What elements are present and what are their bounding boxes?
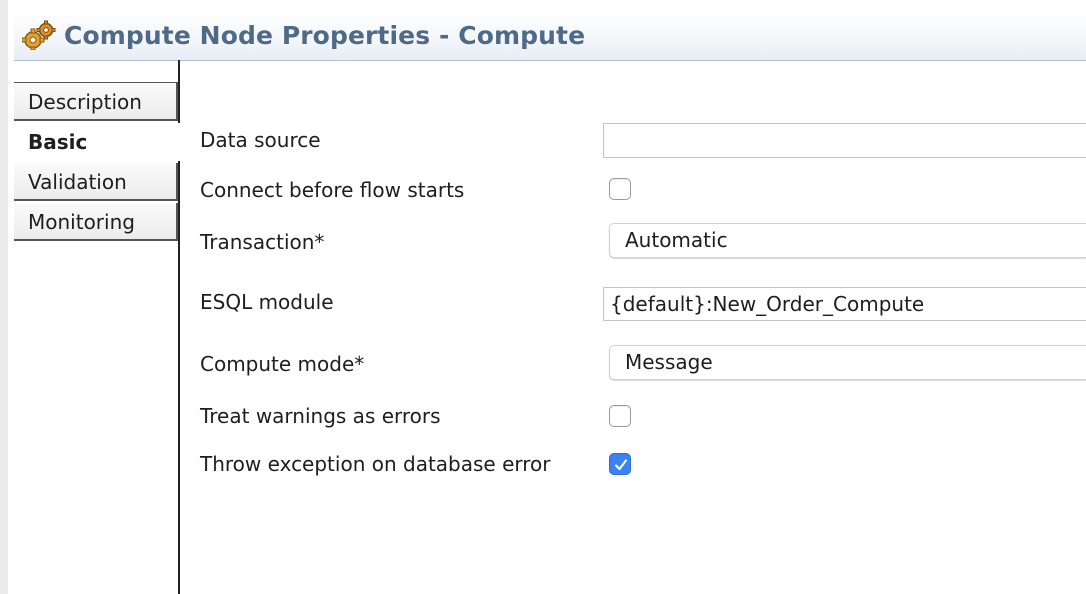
compute-mode-label: Compute mode* bbox=[200, 352, 365, 376]
tab-validation[interactable]: Validation bbox=[14, 163, 178, 201]
properties-header: Compute Node Properties - Compute bbox=[14, 10, 1086, 61]
transaction-select[interactable]: Automatic bbox=[609, 223, 1086, 258]
connect-before-flow-label: Connect before flow starts bbox=[200, 178, 465, 202]
tab-description[interactable]: Description bbox=[14, 83, 178, 121]
transaction-label: Transaction* bbox=[200, 230, 325, 254]
throw-exception-checkbox[interactable] bbox=[609, 453, 631, 475]
compute-mode-select[interactable]: Message bbox=[609, 345, 1086, 380]
data-source-label: Data source bbox=[200, 128, 321, 152]
esql-module-input[interactable] bbox=[603, 287, 1086, 321]
checkmark-icon bbox=[614, 459, 628, 471]
esql-module-label: ESQL module bbox=[200, 290, 334, 314]
connect-before-flow-checkbox[interactable] bbox=[609, 178, 631, 200]
property-tabs: Description Basic Validation Monitoring bbox=[14, 60, 180, 594]
treat-warnings-label: Treat warnings as errors bbox=[200, 404, 441, 428]
tab-monitoring[interactable]: Monitoring bbox=[14, 203, 178, 241]
treat-warnings-checkbox[interactable] bbox=[609, 405, 631, 427]
gears-icon bbox=[21, 20, 56, 51]
data-source-input[interactable] bbox=[603, 123, 1086, 158]
page-title: Compute Node Properties - Compute bbox=[64, 21, 586, 50]
window-left-edge bbox=[0, 0, 8, 594]
throw-exception-label: Throw exception on database error bbox=[200, 452, 551, 476]
tab-basic[interactable]: Basic bbox=[14, 123, 180, 161]
